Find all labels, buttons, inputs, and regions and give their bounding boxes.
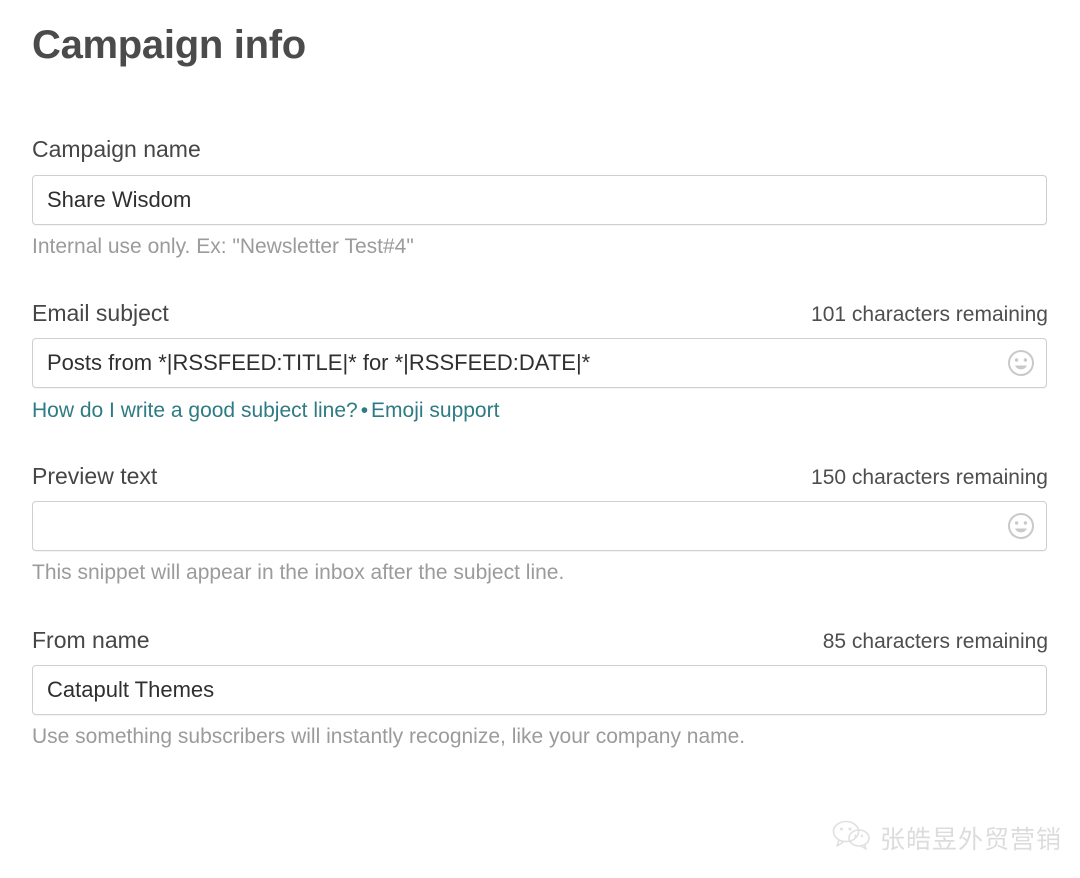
from-name-label-row: From name 85 characters remaining bbox=[32, 627, 1048, 655]
preview-text-input-wrap bbox=[32, 501, 1047, 552]
page-title: Campaign info bbox=[32, 23, 306, 67]
campaign-name-label: Campaign name bbox=[32, 136, 201, 162]
campaign-info-page: Campaign info Campaign name Internal use… bbox=[0, 0, 1080, 878]
link-separator: • bbox=[360, 399, 369, 423]
preview-text-help-text: This snippet will appear in the inbox af… bbox=[32, 561, 565, 585]
subject-line-help-link[interactable]: How do I write a good subject line? bbox=[32, 399, 358, 422]
from-name-char-counter: 85 characters remaining bbox=[822, 629, 1048, 653]
field-group-preview-text: Preview text 150 characters remaining Th… bbox=[32, 463, 1048, 587]
watermark: 张皓昱外贸营销 bbox=[831, 819, 1062, 856]
from-name-help-text: Use something subscribers will instantly… bbox=[32, 725, 746, 749]
from-name-label: From name bbox=[32, 626, 150, 653]
campaign-name-input-wrap bbox=[32, 174, 1047, 225]
field-group-from-name: From name 85 characters remaining Use so… bbox=[32, 627, 1048, 751]
campaign-name-label-row: Campaign name bbox=[32, 136, 1048, 164]
campaign-name-input[interactable] bbox=[32, 174, 1047, 225]
field-group-email-subject: Email subject 101 characters remaining H… bbox=[32, 300, 1048, 425]
wechat-logo-icon bbox=[831, 819, 871, 856]
preview-text-input[interactable] bbox=[32, 501, 1047, 552]
email-subject-input[interactable] bbox=[32, 338, 1047, 389]
field-group-campaign-name: Campaign name Internal use only. Ex: "Ne… bbox=[32, 136, 1048, 260]
email-subject-char-counter: 101 characters remaining bbox=[811, 302, 1048, 326]
watermark-text: 张皓昱外贸营销 bbox=[879, 824, 1062, 854]
smiley-face-icon[interactable] bbox=[1006, 511, 1036, 541]
from-name-input-wrap bbox=[32, 665, 1047, 716]
preview-text-label: Preview text bbox=[32, 462, 158, 489]
email-subject-label: Email subject bbox=[32, 299, 169, 326]
email-subject-input-wrap bbox=[32, 338, 1047, 389]
emoji-support-link[interactable]: Emoji support bbox=[371, 399, 499, 422]
email-subject-label-row: Email subject 101 characters remaining bbox=[32, 300, 1048, 328]
preview-text-label-row: Preview text 150 characters remaining bbox=[32, 463, 1048, 491]
preview-text-char-counter: 150 characters remaining bbox=[811, 465, 1048, 489]
smiley-face-icon[interactable] bbox=[1006, 348, 1036, 378]
from-name-input[interactable] bbox=[32, 665, 1047, 716]
campaign-name-help-text: Internal use only. Ex: "Newsletter Test#… bbox=[32, 234, 414, 258]
email-subject-links: How do I write a good subject line? • Emoj… bbox=[32, 398, 1048, 424]
